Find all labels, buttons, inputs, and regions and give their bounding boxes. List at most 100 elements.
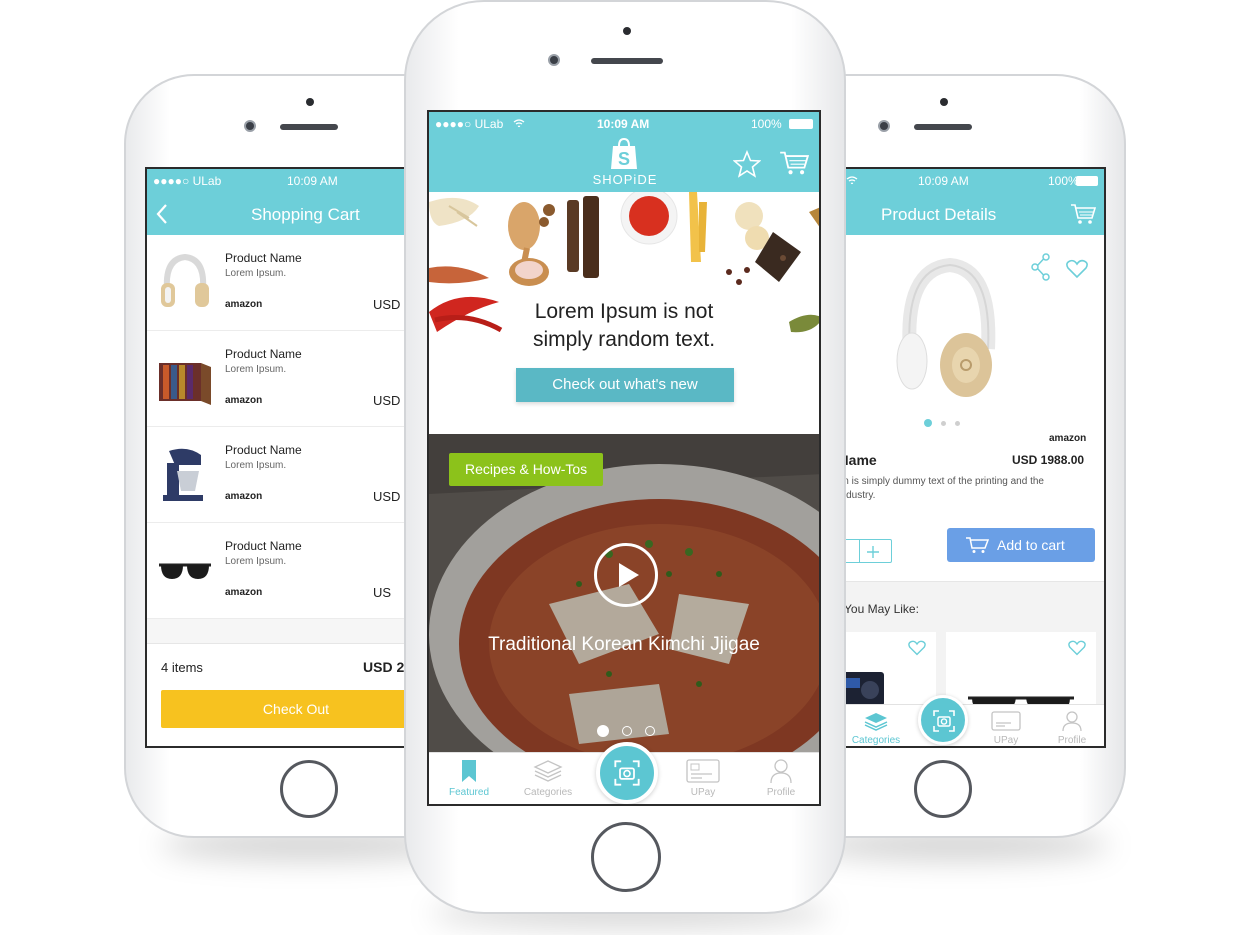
carousel-dots <box>597 725 657 737</box>
store-logo: amazon <box>1049 433 1087 444</box>
tab-profile[interactable]: Profile <box>749 759 813 798</box>
hero-headline: Lorem Ipsum is not <box>534 300 714 323</box>
product-price: USD <box>373 489 401 504</box>
product-price: USD <box>373 393 401 408</box>
product-desc: Lorem Ipsum. <box>225 556 287 567</box>
product-price: USD <box>373 297 401 312</box>
back-icon[interactable] <box>155 203 169 225</box>
plus-icon[interactable] <box>865 544 881 560</box>
battery-label: 100% <box>1048 174 1079 188</box>
tab-profile[interactable]: Profile <box>1044 711 1100 746</box>
star-icon[interactable] <box>733 150 761 178</box>
heart-icon[interactable] <box>1068 640 1086 656</box>
share-icon[interactable] <box>1030 253 1052 281</box>
headphones-image <box>161 253 209 307</box>
section-title: You May Like: <box>844 602 919 616</box>
page-title: Product Details <box>881 205 997 224</box>
brand-name: SHOPiDE <box>592 172 658 187</box>
left-screen: ●●●●○ ULab 10:09 AM Shopping Cart Produc… <box>145 167 420 748</box>
store-logo: amazon <box>225 395 263 406</box>
whats-new-button[interactable]: Check out what's new <box>516 368 734 402</box>
clock: 10:09 AM <box>287 174 338 188</box>
carousel-dots <box>924 419 964 427</box>
hero-headline-2: simply random text. <box>532 328 716 351</box>
store-logo: amazon <box>225 491 263 502</box>
tab-label: UPay <box>993 735 1019 746</box>
cart-total: USD 2 <box>363 659 405 675</box>
store-logo: amazon <box>225 299 263 310</box>
add-to-cart-button[interactable]: Add to cart <box>947 528 1095 562</box>
tab-featured[interactable]: Featured <box>439 759 499 798</box>
category-tag[interactable]: Recipes & How-Tos <box>449 453 604 486</box>
card-icon <box>991 711 1021 731</box>
camera-icon <box>933 710 955 732</box>
scan-button[interactable] <box>596 742 658 804</box>
header: S SHOPiDE <box>429 136 819 192</box>
cart-icon <box>966 537 989 553</box>
sunglasses-image <box>159 563 211 579</box>
heart-icon[interactable] <box>1066 259 1088 279</box>
tab-label: Categories <box>523 787 573 798</box>
product-name: Product Name <box>225 443 302 457</box>
center-screen: ●●●●○ ULab 10:09 AM 100% S SHOPiDE Lorem… <box>427 110 821 806</box>
scan-button[interactable] <box>918 695 968 745</box>
video-title: Traditional Korean Kimchi Jjigae <box>488 634 760 655</box>
product-price: USD 1988.00 <box>1012 453 1085 467</box>
status-bar: ●●●●○ ULab 10:09 AM <box>147 169 420 193</box>
product-desc: sum is simply dummy text of the printing… <box>830 476 1044 487</box>
nav-bar: Shopping Cart <box>147 193 420 235</box>
nav-bar: Product Details <box>830 193 1104 235</box>
tab-label: UPay <box>690 787 716 798</box>
tab-upay[interactable]: UPay <box>673 759 733 798</box>
play-button[interactable] <box>594 543 658 607</box>
product-desc: Lorem Ipsum. <box>225 364 287 375</box>
mixer-image <box>163 448 203 501</box>
wifi-icon <box>513 119 525 128</box>
battery-icon <box>789 119 813 129</box>
tab-upay[interactable]: UPay <box>978 711 1034 746</box>
status-bar: ●●●●○ ULab 10:09 AM 100% <box>429 112 819 136</box>
tab-categories[interactable]: Categories <box>515 759 581 798</box>
tab-label: Categories <box>851 735 901 746</box>
product-name: Product Name <box>225 347 302 361</box>
wifi-icon <box>846 176 858 185</box>
store-logo: amazon <box>225 587 263 598</box>
person-icon <box>770 759 792 783</box>
cart-summary: 4 items USD 2 Check Out <box>147 619 420 746</box>
hero-banner: Lorem Ipsum is not simply random text. C… <box>429 192 819 434</box>
battery-label: 100% <box>751 117 782 131</box>
layers-icon <box>864 713 888 731</box>
books-image <box>159 363 211 405</box>
tab-label: Featured <box>448 787 490 798</box>
cart-icon[interactable] <box>1070 203 1096 225</box>
clock: 10:09 AM <box>918 174 969 188</box>
cart-icon[interactable] <box>779 150 809 176</box>
person-icon <box>1062 711 1082 731</box>
product-desc: Lorem Ipsum. <box>225 268 287 279</box>
clock: 10:09 AM <box>597 117 650 131</box>
checkout-button[interactable]: Check Out <box>161 690 420 728</box>
product-name: Product Name <box>225 251 302 265</box>
video-card[interactable]: Recipes & How-Tos Traditional Korean Kim… <box>429 434 819 756</box>
tab-label: Profile <box>766 787 796 798</box>
headphones-image <box>896 257 996 397</box>
play-icon <box>619 563 639 587</box>
heart-icon[interactable] <box>908 640 926 656</box>
right-screen: 10:09 AM 100% Product Details amazon t N… <box>830 167 1106 748</box>
list-item[interactable]: Product Name Lorem Ipsum. amazon USD <box>147 331 420 427</box>
product-price: US <box>373 585 392 600</box>
add-to-cart-label: Add to cart <box>997 537 1065 553</box>
product-name: Product Name <box>225 539 302 553</box>
bookmark-icon <box>462 760 476 782</box>
product-desc: Lorem Ipsum. <box>225 460 287 471</box>
list-item[interactable]: Product Name Lorem Ipsum. amazon US <box>147 523 420 619</box>
shopide-logo-icon: S <box>611 138 637 169</box>
tab-label: Profile <box>1057 735 1087 746</box>
list-item[interactable]: Product Name Lorem Ipsum. amazon USD <box>147 427 420 523</box>
status-bar: 10:09 AM 100% <box>830 169 1104 193</box>
page-title: Shopping Cart <box>251 205 360 224</box>
tab-categories[interactable]: Categories <box>848 711 904 746</box>
layers-icon <box>533 760 563 782</box>
list-item[interactable]: Product Name Lorem Ipsum. amazon USD <box>147 235 420 331</box>
svg-text:S: S <box>618 149 630 169</box>
